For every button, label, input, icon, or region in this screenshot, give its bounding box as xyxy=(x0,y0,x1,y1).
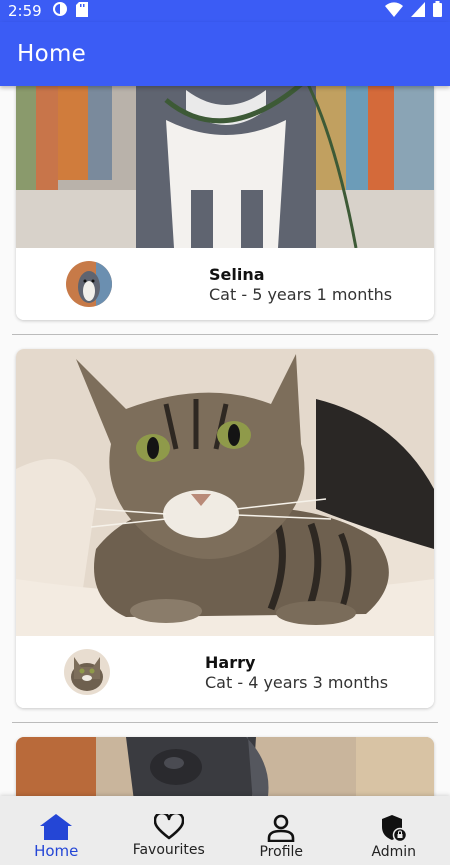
nav-admin[interactable]: Admin xyxy=(338,796,450,865)
heart-icon xyxy=(153,814,184,840)
bottom-navigation: Home Favourites Profile Admin xyxy=(0,796,450,865)
battery-icon xyxy=(433,1,442,21)
pet-feed[interactable]: Selina Cat - 5 years 1 months Harry Cat … xyxy=(0,86,450,796)
shield-lock-icon xyxy=(381,814,407,842)
pet-card[interactable]: Selina Cat - 5 years 1 months xyxy=(16,86,434,320)
pet-description: Cat - 4 years 3 months xyxy=(205,673,389,692)
pet-card[interactable] xyxy=(16,737,434,796)
nav-favourites[interactable]: Favourites xyxy=(113,796,226,865)
nav-label: Profile xyxy=(259,844,304,860)
divider xyxy=(12,722,438,723)
divider xyxy=(12,334,438,335)
avatar xyxy=(66,261,112,307)
pet-photo xyxy=(16,86,434,249)
nav-label: Admin xyxy=(371,844,417,860)
camera-app-icon xyxy=(52,1,68,21)
status-time: 2:59 xyxy=(8,2,42,20)
wifi-icon xyxy=(385,1,403,21)
page-title: Home xyxy=(17,41,87,67)
pet-card-info: Harry Cat - 4 years 3 months xyxy=(16,636,434,708)
signal-icon xyxy=(411,1,425,21)
pet-name: Harry xyxy=(205,653,256,672)
pet-photo xyxy=(16,737,434,796)
nav-label: Favourites xyxy=(132,842,205,858)
avatar xyxy=(64,649,110,695)
app-bar: Home xyxy=(0,22,450,86)
status-bar: 2:59 xyxy=(0,0,450,22)
pet-card-info: Selina Cat - 5 years 1 months xyxy=(16,248,434,320)
sd-card-icon xyxy=(75,1,88,21)
nav-profile[interactable]: Profile xyxy=(225,796,338,865)
pet-description: Cat - 5 years 1 months xyxy=(209,285,393,304)
home-icon xyxy=(40,814,73,840)
pet-name: Selina xyxy=(209,265,265,284)
nav-label: Home xyxy=(34,842,79,860)
pet-photo xyxy=(16,349,434,636)
person-icon xyxy=(267,814,295,842)
pet-card[interactable]: Harry Cat - 4 years 3 months xyxy=(16,349,434,708)
nav-home[interactable]: Home xyxy=(0,796,113,865)
